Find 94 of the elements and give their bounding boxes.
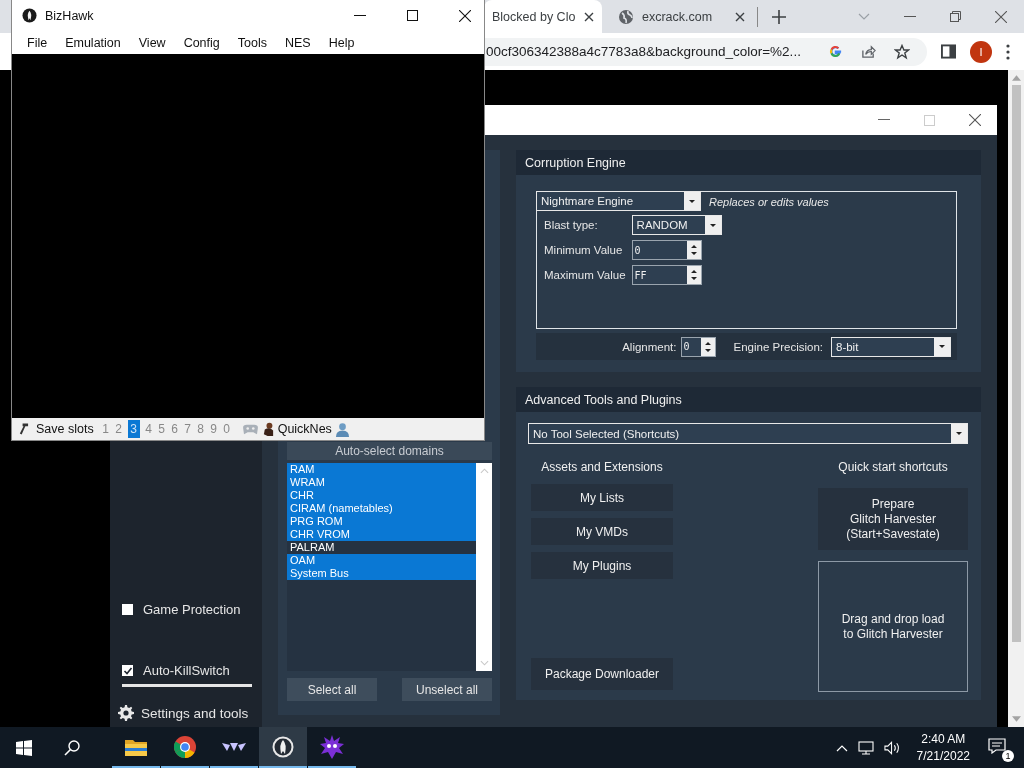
engine-dropdown[interactable]: Nightmare Engine	[536, 191, 701, 211]
save-slots-label: Save slots	[36, 422, 94, 436]
save-slot[interactable]: 3	[127, 420, 140, 438]
character-icon	[261, 421, 275, 437]
search-icon[interactable]	[64, 739, 80, 756]
minimize-icon[interactable]	[354, 14, 366, 17]
folder-icon[interactable]	[125, 737, 147, 756]
domain-item[interactable]: CHR	[287, 489, 476, 502]
plus-icon[interactable]	[772, 9, 786, 24]
volume-icon[interactable]	[883, 740, 901, 755]
checkbox-label: Auto-KillSwitch	[143, 663, 230, 678]
domain-item[interactable]: OAM	[287, 554, 476, 567]
address-bar[interactable]: 00cf306342388a4c7783a8&background_color=%2...	[484, 37, 927, 66]
side-panel-icon[interactable]	[941, 44, 956, 59]
globe-icon	[618, 8, 634, 25]
minimum-value-field[interactable]: 0	[631, 240, 702, 260]
blast-type-dropdown[interactable]: RANDOM	[631, 215, 722, 235]
select-all-button[interactable]: Select all	[287, 678, 377, 701]
caret-icon	[939, 345, 945, 348]
controller-icon	[241, 422, 259, 436]
drop-zone[interactable]: Drag and drop load to Glitch Harvester	[818, 561, 968, 692]
share-icon[interactable]	[861, 44, 876, 59]
engine-description: Replaces or edits values	[709, 195, 829, 208]
chrome-icon[interactable]	[174, 735, 196, 758]
field-label: Blast type:	[544, 219, 599, 231]
domain-item[interactable]: RAM	[287, 463, 476, 476]
tool-dropdown[interactable]: No Tool Selected (Shortcuts)	[528, 423, 968, 444]
core-name: QuickNes	[277, 422, 332, 436]
maximize-icon[interactable]	[407, 10, 418, 21]
url-text: 00cf306342388a4c7783a8&background_color=%2...	[486, 44, 802, 59]
menu-item[interactable]: Help	[319, 35, 364, 50]
alignment-field[interactable]: 0	[680, 336, 716, 357]
settings-icon[interactable]	[118, 705, 134, 721]
domain-item[interactable]: WRAM	[287, 476, 476, 489]
panel-title: Advanced Tools and Plugins	[516, 387, 981, 412]
person-icon	[334, 421, 350, 437]
checkbox[interactable]	[122, 604, 133, 615]
domain-item[interactable]: System Bus	[287, 567, 476, 580]
auto-select-button[interactable]: Auto-select domains	[287, 442, 492, 460]
close-icon[interactable]	[735, 11, 745, 22]
caret-icon	[709, 223, 716, 227]
maximum-value-field[interactable]: FF	[631, 265, 702, 285]
clock-time[interactable]: 2:40 AM	[921, 730, 966, 748]
caret-icon	[689, 199, 695, 203]
asset-button[interactable]: My Plugins	[531, 552, 673, 579]
section-title: Quick start shortcuts	[838, 460, 948, 474]
more-icon[interactable]	[1006, 43, 1010, 60]
panel-title: Corruption Engine	[516, 150, 981, 175]
browser-tab[interactable]: excrack.com	[602, 0, 757, 33]
notification-icon[interactable]	[988, 738, 1006, 754]
alignment-label: Alignment:	[622, 340, 677, 353]
checkbox[interactable]	[122, 665, 133, 676]
triangles-icon[interactable]	[222, 740, 246, 753]
domain-item[interactable]: CHR VROM	[287, 528, 476, 541]
domain-item[interactable]: PRG ROM	[287, 515, 476, 528]
menu-item[interactable]: Config	[174, 35, 229, 50]
menu-item[interactable]: NES	[275, 35, 320, 50]
clock-date[interactable]: 7/21/2022	[916, 747, 970, 765]
window-title: BizHawk	[45, 8, 94, 23]
asset-button[interactable]: My Lists	[531, 484, 673, 511]
precision-dropdown[interactable]: 8-bit	[831, 336, 951, 357]
hammer-icon	[18, 422, 29, 436]
package-downloader-button[interactable]: Package Downloader	[531, 658, 673, 690]
menu-item[interactable]: Tools	[228, 35, 276, 50]
close-icon[interactable]	[584, 11, 594, 22]
close-icon[interactable]	[969, 114, 981, 126]
menu-item[interactable]: File	[18, 35, 57, 50]
notification-count: 1	[1002, 750, 1014, 762]
section-title: Assets and Extensions	[541, 460, 663, 474]
chevron-up-icon[interactable]	[835, 743, 848, 752]
asset-button[interactable]: My VMDs	[531, 518, 673, 545]
domain-item[interactable]: CIRAM (nametables)	[287, 502, 476, 515]
masked-figure-icon[interactable]	[272, 735, 294, 758]
windows-start-icon[interactable]	[16, 739, 32, 756]
spiky-icon[interactable]	[320, 734, 344, 759]
star-icon[interactable]	[894, 43, 910, 60]
domain-item[interactable]: PALRAM	[287, 541, 476, 554]
google-icon[interactable]	[828, 44, 843, 59]
checkbox-label: Game Protection	[143, 602, 241, 617]
field-label: Maximum Value	[544, 269, 626, 281]
precision-label: Engine Precision:	[733, 340, 823, 353]
menu-item[interactable]: View	[129, 35, 175, 50]
close-icon[interactable]	[459, 9, 471, 22]
caret-icon	[956, 432, 962, 435]
profile-avatar[interactable]: I	[970, 40, 992, 63]
settings-link[interactable]: Settings and tools	[141, 705, 249, 721]
field-label: Minimum Value	[544, 244, 624, 256]
unselect-all-button[interactable]: Unselect all	[402, 678, 492, 701]
app-icon	[22, 8, 37, 23]
menu-item[interactable]: Emulation	[56, 35, 130, 50]
network-icon[interactable]	[857, 740, 874, 755]
browser-tab[interactable]: Blocked by Clo	[484, 0, 602, 33]
prepare-button[interactable]: Prepare Glitch Harvester (Start+Savestate)	[818, 488, 968, 550]
restore-icon[interactable]	[950, 11, 961, 22]
